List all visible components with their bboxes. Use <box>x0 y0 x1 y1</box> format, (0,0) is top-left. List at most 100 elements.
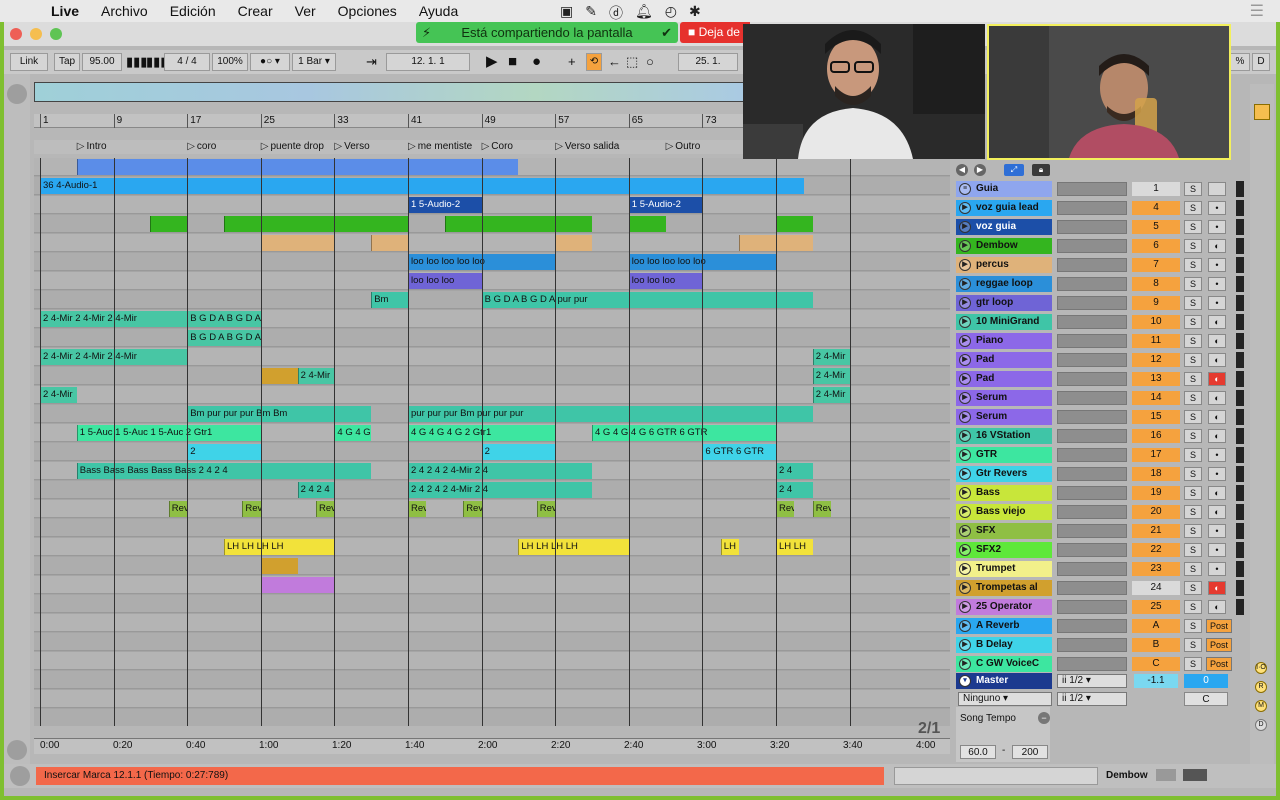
arrangement-clip[interactable]: 2 4 2 4 <box>297 482 335 498</box>
track-fold-icon[interactable]: ▶ <box>959 544 971 556</box>
track-slot[interactable] <box>1057 277 1127 291</box>
track-fold-icon[interactable]: ▶ <box>959 411 971 423</box>
cue-button[interactable]: C <box>1184 692 1228 706</box>
arrangement-clip[interactable]: Rev <box>168 501 188 517</box>
arm-button[interactable]: ◐ <box>1208 315 1226 329</box>
track-slot[interactable] <box>1057 353 1127 367</box>
track-lane[interactable] <box>34 614 950 632</box>
track-fold-icon[interactable]: ▶ <box>959 449 971 461</box>
locator-marker[interactable]: Intro <box>77 141 107 152</box>
track-lane[interactable]: 2 4-Mir 2 4-Mir <box>34 367 950 385</box>
arrangement-clip[interactable]: Rev <box>812 501 832 517</box>
arrangement-clip[interactable]: 2 <box>481 444 556 460</box>
arm-button[interactable]: ◐ <box>1208 239 1226 253</box>
track-name[interactable]: ▶ Serum <box>956 390 1052 406</box>
track-slot[interactable] <box>1057 334 1127 348</box>
solo-button[interactable]: S <box>1184 543 1202 557</box>
track-activator[interactable]: 16 <box>1132 429 1180 443</box>
arrangement-lanes[interactable]: 36 4-Audio-1 1 5-Audio-2 1 5-Audio-2 loo lo… <box>34 158 950 726</box>
arrangement-clip[interactable] <box>555 235 592 251</box>
back-to-arrangement-icon[interactable]: ← <box>608 53 621 71</box>
arrangement-clip[interactable]: 2 4-Mir <box>812 368 850 384</box>
arm-button[interactable]: • <box>1208 220 1226 234</box>
tempo-max-field[interactable]: 200 <box>1012 745 1048 759</box>
track-lane[interactable]: Rev Rev Rev Rev Rev Rev Rev Rev <box>34 500 950 518</box>
menu-ayuda[interactable]: Ayuda <box>408 3 469 19</box>
arrangement-clip[interactable]: Rev <box>242 501 261 517</box>
d-button[interactable]: D <box>1252 53 1270 71</box>
solo-button[interactable]: S <box>1184 562 1202 576</box>
track-lane[interactable]: Bm pur pur pur Bm Bm pur pur pur Bm pur p… <box>34 405 950 423</box>
track-activator[interactable]: 14 <box>1132 391 1180 405</box>
arrangement-clip[interactable]: LH <box>720 539 740 555</box>
track-slot[interactable] <box>1057 201 1127 215</box>
solo-button[interactable]: S <box>1184 448 1202 462</box>
track-name[interactable]: ▶ Gtr Revers <box>956 466 1052 482</box>
track-name[interactable]: ▶ voz guia lead <box>956 200 1052 216</box>
track-name[interactable]: ▶ voz guia <box>956 219 1052 235</box>
track-slot[interactable] <box>1057 600 1127 614</box>
io-toggle-button[interactable]: I·O <box>1255 662 1267 674</box>
time-ruler[interactable]: 0:00 0:20 0:40 1:00 1:20 1:40 2:00 2:20 2:40 3:00… <box>34 738 950 754</box>
arrangement-clip[interactable] <box>260 235 335 251</box>
arrangement-clip[interactable]: B G D A B G D A pur pur <box>481 292 813 308</box>
arrangement-clip[interactable]: loo loo loo <box>628 273 703 289</box>
locator-marker[interactable]: me mentiste <box>408 141 472 152</box>
arrangement-clip[interactable] <box>150 216 188 232</box>
arrangement-clip[interactable]: 2 4-Mir <box>812 349 850 365</box>
track-activator[interactable]: 18 <box>1132 467 1180 481</box>
track-fold-icon[interactable]: ▶ <box>959 202 971 214</box>
post-button[interactable]: Post <box>1206 657 1232 671</box>
track-slot[interactable] <box>1057 372 1127 386</box>
track-lane[interactable] <box>34 519 950 537</box>
fold-icon[interactable]: ▾ <box>959 675 971 687</box>
track-fold-icon[interactable]: ▶ <box>959 392 971 404</box>
arm-button[interactable] <box>1208 182 1226 196</box>
track-fold-icon[interactable]: ▶ <box>959 430 971 442</box>
track-slot[interactable] <box>1057 638 1127 652</box>
tempo-min-field[interactable]: 60.0 <box>960 745 996 759</box>
track-activator[interactable]: 1 <box>1132 182 1180 196</box>
solo-button[interactable]: S <box>1184 410 1202 424</box>
list-panel-icon[interactable] <box>1254 104 1270 120</box>
track-lane[interactable]: loo loo loo loo loo loo <box>34 272 950 290</box>
solo-button[interactable]: S <box>1184 486 1202 500</box>
track-activator[interactable]: 13 <box>1132 372 1180 386</box>
locator-marker[interactable]: coro <box>187 141 216 152</box>
track-fold-icon[interactable]: ▶ <box>959 335 971 347</box>
locator-marker[interactable]: puente drop <box>261 141 324 152</box>
track-lane[interactable] <box>34 690 950 708</box>
track-fold-icon[interactable]: ▶ <box>959 221 971 233</box>
track-fold-icon[interactable]: ▶ <box>959 354 971 366</box>
track-lane[interactable]: 2 4 2 4 2 4 2 4 2 4-Mir 2 4 2 4 <box>34 481 950 499</box>
arrangement-clip[interactable]: 2 4-Mir <box>297 368 335 384</box>
screenshare-banner[interactable]: ⚡︎ Está compartiendo la pantalla ✔ <box>416 22 678 43</box>
arm-button[interactable]: • <box>1208 543 1226 557</box>
menu-opciones[interactable]: Opciones <box>327 3 408 19</box>
menu-ver[interactable]: Ver <box>284 3 327 19</box>
track-lane[interactable]: loo loo loo loo loo loo loo loo loo loo <box>34 253 950 271</box>
arrangement-clip[interactable]: Bm <box>371 292 408 308</box>
track-name[interactable]: ▶ Pad <box>956 352 1052 368</box>
pen-icon[interactable]: ✎ <box>585 3 597 23</box>
arrangement-clip[interactable]: 2 4 2 4 2 4-Mir 2 4 <box>408 463 592 479</box>
track-fold-icon[interactable]: ▶ <box>959 506 971 518</box>
arrangement-clip[interactable] <box>628 216 666 232</box>
arm-button[interactable]: ◐ <box>1208 391 1226 405</box>
arrangement-clip[interactable] <box>444 216 592 232</box>
track-slot[interactable] <box>1057 391 1127 405</box>
track-slot[interactable] <box>1057 505 1127 519</box>
track-activator[interactable]: 17 <box>1132 448 1180 462</box>
menu-archivo[interactable]: Archivo <box>90 3 159 19</box>
track-slot[interactable] <box>1057 258 1127 272</box>
delay-toggle-button[interactable]: D <box>1255 719 1267 731</box>
track-activator[interactable]: 25 <box>1132 600 1180 614</box>
track-lane[interactable]: Bass Bass Bass Bass Bass 2 4 2 4 2 4 2 4 … <box>34 462 950 480</box>
track-lane[interactable] <box>34 671 950 689</box>
mixer-toggle-button[interactable]: M <box>1255 700 1267 712</box>
device-status[interactable]: Dembow <box>1106 767 1246 785</box>
track-lane[interactable]: LH LH LH LH LH LH LH LH LH LH LH <box>34 538 950 556</box>
arrangement-clip[interactable]: 1 5-Audio-2 <box>628 197 703 213</box>
return-track-name[interactable]: ▶ C GW VoiceC <box>956 656 1052 672</box>
track-lane[interactable]: 2 4-Mir 2 4-Mir <box>34 386 950 404</box>
